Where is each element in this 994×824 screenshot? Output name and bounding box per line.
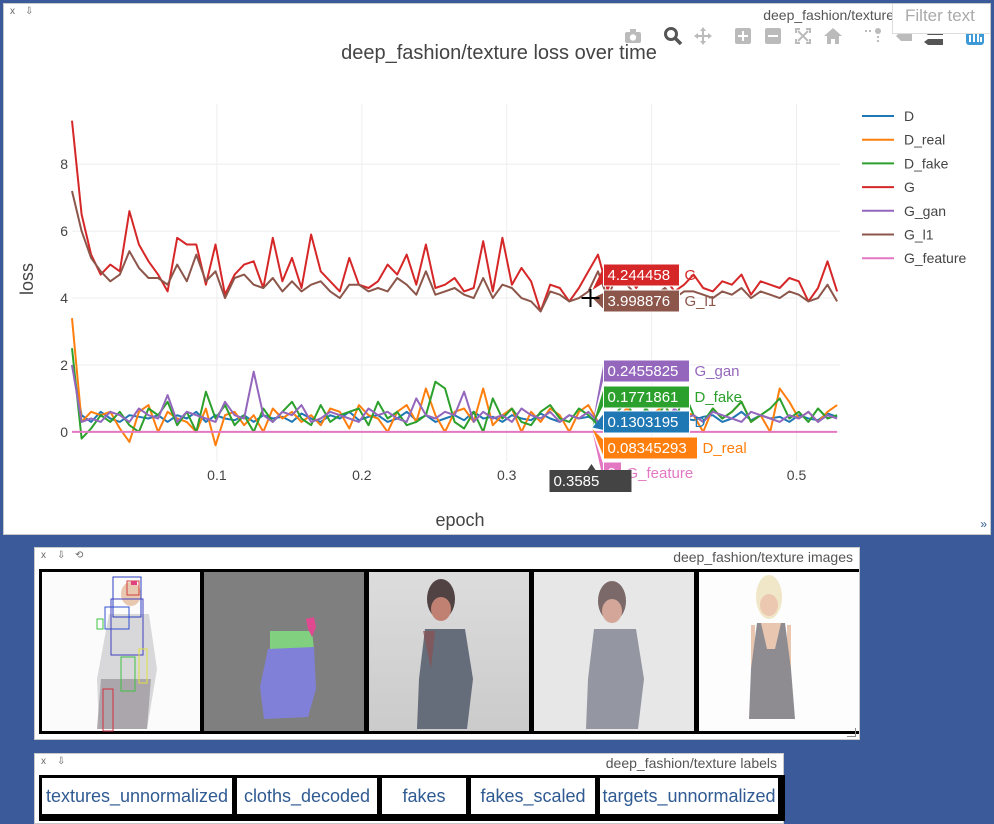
camera-icon[interactable]: [621, 26, 645, 50]
hover-series-name: G_feature: [626, 465, 693, 482]
download-pane-button[interactable]: ⇩: [57, 550, 65, 561]
loss-plot-pane: x ⇩ deep_fashion/texture deep_fashion/te…: [3, 3, 991, 535]
x-tick-label: 0.1: [207, 467, 227, 483]
hover-series-name: G_l1: [684, 293, 716, 310]
label-cell[interactable]: cloths_decoded: [237, 778, 377, 814]
hover-value-label: 0.1303195: [607, 414, 678, 431]
hover-series-name: G_gan: [694, 363, 739, 380]
label-cell[interactable]: fakes: [382, 778, 466, 814]
hover-series-name: D_real: [702, 440, 746, 457]
hover-series-name: D_fake: [694, 389, 742, 406]
reset-pane-button[interactable]: ⟲: [75, 550, 83, 561]
pan-icon[interactable]: [691, 26, 715, 50]
pane-title: deep_fashion/texture images: [673, 549, 853, 565]
series-line-g-l1: [71, 190, 838, 313]
x-axis-label: epoch: [435, 510, 484, 530]
pane-title: deep_fashion/texture labels: [605, 755, 777, 771]
chart-title: deep_fashion/texture loss over time: [341, 42, 657, 64]
zoom-icon[interactable]: [661, 26, 685, 50]
series-line-g: [71, 120, 839, 313]
hover-value-label: 3.998876: [607, 293, 670, 310]
labels-pane: x ⇩ deep_fashion/texture labels textures…: [34, 753, 785, 824]
cloths-decoded-image: [204, 572, 364, 731]
series-line-d-real: [71, 318, 838, 447]
label-cell[interactable]: textures_unnormalized: [42, 778, 232, 814]
y-tick-label: 0: [60, 424, 68, 440]
y-axis-label: loss: [17, 263, 37, 295]
hover-series-name: D: [694, 414, 705, 431]
loss-chart: deep_fashion/texture loss over time 0.1 0…: [17, 42, 966, 530]
y-tick-label: 2: [60, 357, 68, 373]
legend-item: G_gan: [904, 203, 946, 219]
x-hover-pointer: [587, 464, 596, 470]
images-pane: x ⇩ ⟲ deep_fashion/texture images: [34, 547, 860, 740]
targets-unnormalized-image: [699, 572, 859, 731]
legend-item: D_real: [904, 132, 945, 148]
y-tick-label: 8: [60, 156, 68, 172]
close-pane-button[interactable]: x: [41, 756, 46, 767]
legend-item: D_fake: [904, 155, 949, 171]
image-grid: [39, 569, 859, 734]
zoom-out-icon[interactable]: [761, 26, 785, 50]
autoscale-icon[interactable]: [791, 26, 815, 50]
legend-item: D: [904, 108, 914, 124]
y-tick-label: 4: [60, 290, 68, 306]
labels-table: textures_unnormalized cloths_decoded fak…: [39, 775, 785, 821]
download-pane-button[interactable]: ⇩: [57, 756, 65, 767]
home-icon[interactable]: [821, 26, 845, 50]
x-tick-label: 0.5: [787, 467, 807, 483]
hover-value-label: 0.1771861: [607, 389, 678, 406]
hover-value-label: 4.244458: [607, 267, 670, 284]
close-pane-button[interactable]: x: [41, 550, 46, 561]
fakes-scaled-image: [534, 572, 694, 731]
expand-corner-button[interactable]: »: [980, 517, 987, 531]
label-cell[interactable]: targets_unnormalized: [600, 778, 778, 814]
y-tick-label: 6: [60, 223, 68, 239]
fakes-image: [369, 572, 529, 731]
spike-lines-icon[interactable]: [861, 26, 885, 50]
hover-pointer: [592, 293, 604, 309]
label-cell[interactable]: fakes_scaled: [471, 778, 595, 814]
hover-series-name: G: [684, 267, 696, 284]
resize-handle[interactable]: [847, 728, 856, 737]
hover-value-label: 0.2455825: [607, 363, 678, 380]
textures-unnormalized-image: [42, 572, 200, 732]
legend-item: G_l1: [904, 227, 934, 243]
legend-item: G: [904, 179, 915, 195]
crosshair-cursor-icon: [581, 289, 600, 308]
x-tick-label: 0.2: [352, 467, 372, 483]
zoom-in-icon[interactable]: [731, 26, 755, 50]
hover-value-label: 0.08345293: [607, 440, 686, 457]
x-tick-label: 0.3: [497, 467, 517, 483]
legend-item: G_feature: [904, 250, 966, 266]
filter-text-input[interactable]: Filter text: [892, 4, 990, 34]
x-hover-label: 0.3585: [553, 473, 599, 490]
